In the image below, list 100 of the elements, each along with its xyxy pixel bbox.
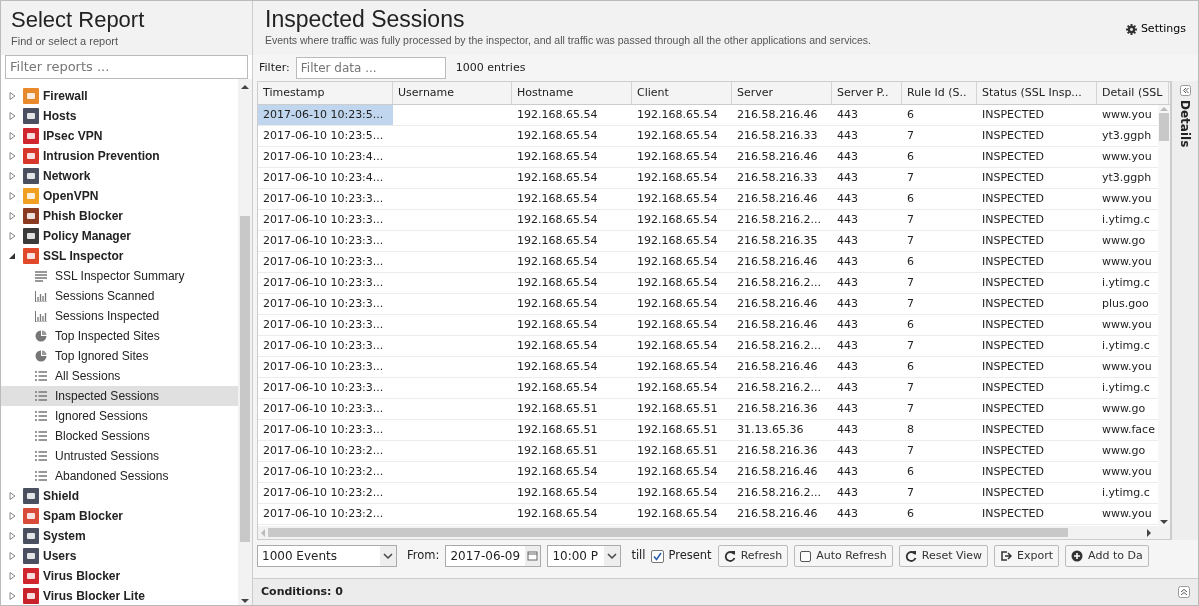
column-header[interactable]: Timestamp [258, 82, 393, 104]
table-row[interactable]: 2017-06-10 10:23:2... 192.168.65.54 192.168.65.54 216.58.216.46 443 6 INSPECTED www.you [258, 462, 1158, 483]
table-row[interactable]: 2017-06-10 10:23:2... 192.168.65.54 192.168.65.54 216.58.216.2... 443 7 INSPECTED i.ytimg.c [258, 483, 1158, 504]
tree-item[interactable]: Intrusion Prevention [1, 145, 238, 166]
table-row[interactable]: 2017-06-10 10:23:3... 192.168.65.54 192.168.65.54 216.58.216.2... 443 7 INSPECTED i.ytimg.c [258, 273, 1158, 294]
tree-item[interactable]: Spam Blocker [1, 505, 238, 526]
table-row[interactable]: 2017-06-10 10:23:3... 192.168.65.54 192.168.65.54 216.58.216.46 443 6 INSPECTED www.you [258, 189, 1158, 210]
tree-item[interactable]: SSL Inspector [1, 245, 238, 266]
toolbar-button[interactable]: Reset View [898, 544, 989, 568]
table-row[interactable]: 2017-06-10 10:23:5... 192.168.65.54 192.168.65.54 216.58.216.33 443 7 INSPECTED yt3.ggph [258, 126, 1158, 147]
column-header[interactable]: Status (SSL Insp... [977, 82, 1097, 104]
filter-field[interactable]: Filter reports ... [5, 55, 248, 79]
scroll-down-icon[interactable] [240, 597, 250, 605]
tree-item[interactable]: Hosts [1, 105, 238, 126]
table-row[interactable]: 2017-06-10 10:23:3... 192.168.65.54 192.168.65.54 216.58.216.2... 443 7 INSPECTED i.ytimg.c [258, 378, 1158, 399]
report-item[interactable]: All Sessions [1, 365, 238, 386]
scroll-thumb[interactable] [240, 215, 250, 542]
toolbar-button[interactable]: Refresh [717, 544, 789, 568]
scrollbar[interactable] [1158, 105, 1170, 526]
table-cell-text: 2017-06-10 10:23:3... [262, 191, 385, 207]
report-item[interactable]: Blocked Sessions [1, 425, 238, 446]
column-header[interactable]: Hostname [512, 82, 632, 104]
scroll-right-icon[interactable] [1144, 527, 1154, 538]
tree-item[interactable]: Users [1, 545, 238, 566]
table-row[interactable]: 2017-06-10 10:23:3... 192.168.65.51 192.168.65.51 31.13.65.36 443 8 INSPECTED www.face [258, 420, 1158, 441]
table-row[interactable]: 2017-06-10 10:23:5... 192.168.65.54 192.168.65.54 216.58.216.46 443 6 INSPECTED www.you [258, 105, 1158, 126]
scrollbar[interactable] [258, 526, 1170, 539]
column-header[interactable]: Server P.. [832, 82, 902, 104]
report-item[interactable]: Sessions Scanned [1, 285, 238, 306]
report-item[interactable]: Ignored Sessions [1, 405, 238, 426]
table-cell-text: 192.168.65.54 [516, 464, 599, 480]
table-cell-text: INSPECTED [981, 485, 1045, 501]
events-dropdown[interactable]: 1000 Events [257, 545, 397, 567]
tree-item[interactable]: Network [1, 165, 238, 186]
table-row[interactable]: 2017-06-10 10:23:2... 192.168.65.54 192.168.65.54 216.58.216.46 443 6 INSPECTED www.you [258, 504, 1158, 525]
tree-item[interactable]: Policy Manager [1, 225, 238, 246]
table-row[interactable]: 2017-06-10 10:23:3... 192.168.65.54 192.168.65.54 216.58.216.46 443 6 INSPECTED www.you [258, 357, 1158, 378]
report-item[interactable]: Top Ignored Sites [1, 345, 238, 366]
tree-item[interactable]: OpenVPN [1, 185, 238, 206]
panel-subtitle: Find or select a report [11, 34, 119, 49]
toggle-button[interactable]: Auto Refresh [794, 544, 893, 568]
filter-label: Filter: [259, 59, 290, 76]
details-panel[interactable]: Details [1171, 81, 1198, 540]
table-row[interactable]: 2017-06-10 10:23:4... 192.168.65.54 192.168.65.54 216.58.216.33 443 7 INSPECTED yt3.ggph [258, 168, 1158, 189]
tree-item[interactable]: System [1, 525, 238, 546]
table-cell-text: 443 [836, 443, 859, 459]
table-cell-text: 2017-06-10 10:23:3... [262, 422, 385, 438]
table-cell: 2017-06-10 10:23:5... [258, 105, 393, 125]
table-cell-text: INSPECTED [981, 443, 1045, 459]
table-cell-text: 2017-06-10 10:23:3... [262, 380, 385, 396]
report-item[interactable]: Inspected Sessions [1, 385, 238, 406]
list-icon [35, 469, 47, 482]
tree-item[interactable]: Shield [1, 485, 238, 506]
table-row[interactable]: 2017-06-10 10:23:2... 192.168.65.51 192.168.65.51 216.58.216.36 443 7 INSPECTED www.go [258, 441, 1158, 462]
table-cell-text: INSPECTED [981, 149, 1045, 165]
table-cell-text: 443 [836, 275, 859, 291]
table-row[interactable]: 2017-06-10 10:23:3... 192.168.65.51 192.168.65.51 216.58.216.36 443 7 INSPECTED www.go [258, 399, 1158, 420]
table-row[interactable]: 2017-06-10 10:23:3... 192.168.65.54 192.168.65.54 216.58.216.46 443 6 INSPECTED www.you [258, 315, 1158, 336]
column-header[interactable]: Username [393, 82, 512, 104]
settings-button[interactable]: Settings [1125, 21, 1186, 38]
list-icon [35, 389, 47, 402]
table-cell-text: 216.58.216.46 [736, 149, 819, 165]
scroll-thumb[interactable] [268, 528, 1068, 537]
table-row[interactable]: 2017-06-10 10:23:3... 192.168.65.54 192.168.65.54 216.58.216.46 443 6 INSPECTED www.you [258, 252, 1158, 273]
scroll-thumb[interactable] [1159, 113, 1169, 141]
column-header[interactable]: Detail (SSL [1097, 82, 1169, 104]
report-item[interactable]: Top Inspected Sites [1, 325, 238, 346]
table-row[interactable]: 2017-06-10 10:23:3... 192.168.65.54 192.168.65.54 216.58.216.35 443 7 INSPECTED www.go [258, 231, 1158, 252]
report-item[interactable]: Untrusted Sessions [1, 445, 238, 466]
toolbar-button[interactable]: Export [994, 544, 1060, 568]
time-field[interactable]: 10:00 P [547, 545, 622, 567]
table-cell-text: INSPECTED [981, 128, 1045, 144]
date-field[interactable]: 2017-06-09 [445, 545, 542, 567]
toolbar-button[interactable]: Add to Da [1065, 544, 1149, 568]
dropdown-icon [604, 546, 621, 566]
tree-item[interactable]: Firewall [1, 85, 238, 106]
table-cell-text: 443 [836, 506, 859, 522]
tree-item[interactable]: Virus Blocker [1, 565, 238, 586]
table-cell-text: 192.168.65.54 [516, 506, 599, 522]
filter-field[interactable]: Filter data ... [295, 57, 446, 79]
table-cell-text: 2017-06-10 10:23:3... [262, 359, 385, 375]
table-cell-text: 192.168.65.54 [516, 170, 599, 186]
tree-item[interactable]: IPsec VPN [1, 125, 238, 146]
conditions-bar[interactable]: Conditions: 0 [253, 578, 1198, 605]
table-row[interactable]: 2017-06-10 10:23:3... 192.168.65.54 192.168.65.54 216.58.216.2... 443 7 INSPECTED i.ytimg.c [258, 336, 1158, 357]
tree-item[interactable]: Phish Blocker [1, 205, 238, 226]
scroll-up-icon[interactable] [240, 82, 250, 91]
table-row[interactable]: 2017-06-10 10:23:4... 192.168.65.54 192.168.65.54 216.58.216.46 443 6 INSPECTED www.you [258, 147, 1158, 168]
report-item[interactable]: SSL Inspector Summary [1, 265, 238, 286]
column-header[interactable]: Rule Id (S.. [902, 82, 977, 104]
column-header[interactable]: Server [732, 82, 832, 104]
table-cell-text: 7 [906, 275, 915, 291]
checkbox[interactable] [651, 549, 665, 563]
column-header[interactable]: Client [632, 82, 732, 104]
tree-item[interactable]: Virus Blocker Lite [1, 585, 238, 605]
table-row[interactable]: 2017-06-10 10:23:3... 192.168.65.54 192.168.65.54 216.58.216.2... 443 7 INSPECTED i.ytimg.c [258, 210, 1158, 231]
report-item[interactable]: Sessions Inspected [1, 305, 238, 326]
report-item[interactable]: Abandoned Sessions [1, 465, 238, 486]
scrollbar[interactable] [238, 78, 252, 605]
table-row[interactable]: 2017-06-10 10:23:3... 192.168.65.54 192.168.65.54 216.58.216.46 443 7 INSPECTED plus.goo [258, 294, 1158, 315]
